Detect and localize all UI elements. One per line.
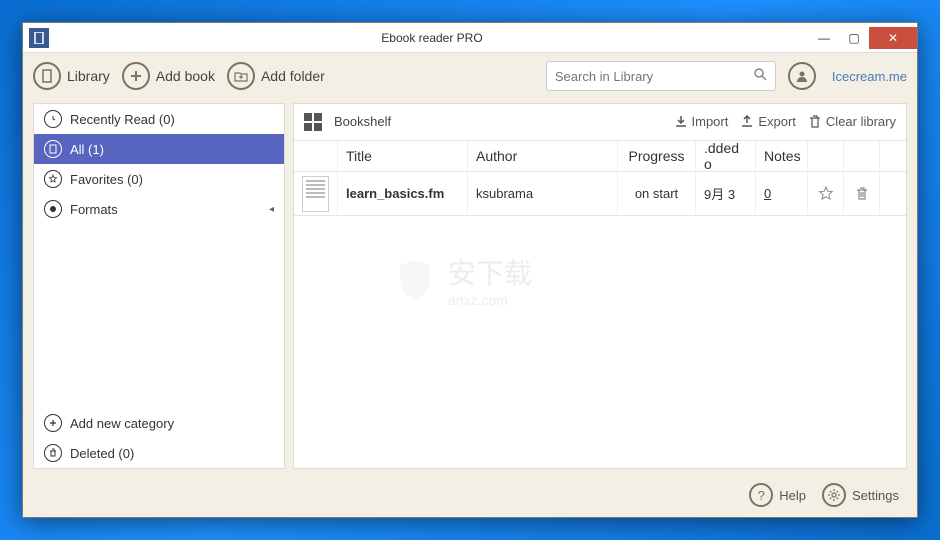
help-label: Help [779, 488, 806, 503]
titlebar: Ebook reader PRO — ▢ ✕ [23, 23, 917, 53]
sidebar-label: Favorites (0) [70, 172, 143, 187]
col-added[interactable]: .dded o [696, 141, 756, 171]
col-favorite[interactable] [808, 141, 844, 171]
clear-label: Clear library [826, 114, 896, 129]
main-toolbar: Library Add book Add folder Icecream.me [23, 53, 917, 99]
cell-thumbnail [294, 172, 338, 215]
library-button[interactable]: Library [33, 62, 110, 90]
app-icon [29, 28, 49, 48]
col-thumbnail[interactable] [294, 141, 338, 171]
search-box[interactable] [546, 61, 776, 91]
sidebar-label: Add new category [70, 416, 174, 431]
book-icon [33, 62, 61, 90]
import-icon [674, 115, 688, 129]
table-row[interactable]: learn_basics.fm ksubrama on start 9月 3 0 [294, 172, 906, 216]
col-delete[interactable] [844, 141, 880, 171]
search-icon[interactable] [753, 67, 767, 86]
window-title: Ebook reader PRO [55, 31, 809, 45]
col-title[interactable]: Title [338, 141, 468, 171]
cell-notes[interactable]: 0 [756, 172, 808, 215]
trash-icon [44, 444, 62, 462]
clear-library-button[interactable]: Clear library [808, 114, 896, 129]
book-icon [44, 140, 62, 158]
window-controls: — ▢ ✕ [809, 27, 917, 49]
sidebar-label: Recently Read (0) [70, 112, 175, 127]
main-toolbar: Bookshelf Import Export Clear library [294, 104, 906, 140]
minimize-button[interactable]: — [809, 27, 839, 49]
account-button[interactable] [788, 62, 816, 90]
main-panel: Bookshelf Import Export Clear library Ti… [293, 103, 907, 469]
clock-icon [44, 110, 62, 128]
export-button[interactable]: Export [740, 114, 796, 129]
plus-icon [44, 414, 62, 432]
content-area: Recently Read (0) All (1) Favorites (0) … [23, 99, 917, 473]
cell-author: ksubrama [468, 172, 618, 215]
export-label: Export [758, 114, 796, 129]
table-header: Title Author Progress .dded o Notes [294, 140, 906, 172]
cell-delete[interactable] [844, 172, 880, 215]
library-label: Library [67, 68, 110, 84]
close-button[interactable]: ✕ [869, 27, 917, 49]
import-button[interactable]: Import [674, 114, 729, 129]
help-icon: ? [749, 483, 773, 507]
folder-plus-icon [227, 62, 255, 90]
sidebar-label: Formats [70, 202, 118, 217]
plus-icon [122, 62, 150, 90]
trash-icon [808, 115, 822, 129]
col-author[interactable]: Author [468, 141, 618, 171]
add-folder-button[interactable]: Add folder [227, 62, 325, 90]
add-folder-label: Add folder [261, 68, 325, 84]
grid-view-icon[interactable] [304, 113, 322, 131]
add-book-button[interactable]: Add book [122, 62, 215, 90]
cell-title: learn_basics.fm [338, 172, 468, 215]
sidebar-item-recently-read[interactable]: Recently Read (0) [34, 104, 284, 134]
cell-favorite[interactable] [808, 172, 844, 215]
sidebar-item-formats[interactable]: Formats ◂ [34, 194, 284, 224]
export-icon [740, 115, 754, 129]
trash-icon [855, 187, 869, 201]
sidebar-item-all[interactable]: All (1) [34, 134, 284, 164]
sidebar-label: All (1) [70, 142, 104, 157]
person-icon [788, 62, 816, 90]
cell-progress: on start [618, 172, 696, 215]
star-icon [818, 186, 834, 202]
search-input[interactable] [555, 69, 753, 84]
bookshelf-label: Bookshelf [334, 114, 391, 129]
col-progress[interactable]: Progress [618, 141, 696, 171]
add-book-label: Add book [156, 68, 215, 84]
sidebar-item-favorites[interactable]: Favorites (0) [34, 164, 284, 194]
sidebar-label: Deleted (0) [70, 446, 134, 461]
col-notes[interactable]: Notes [756, 141, 808, 171]
settings-label: Settings [852, 488, 899, 503]
app-window: Ebook reader PRO — ▢ ✕ Library Add book … [22, 22, 918, 518]
gear-icon [822, 483, 846, 507]
sidebar: Recently Read (0) All (1) Favorites (0) … [33, 103, 285, 469]
star-icon [44, 170, 62, 188]
formats-icon [44, 200, 62, 218]
cell-added: 9月 3 [696, 172, 756, 215]
sidebar-item-deleted[interactable]: Deleted (0) [34, 438, 284, 468]
icecream-link[interactable]: Icecream.me [832, 69, 907, 84]
document-thumbnail-icon [302, 176, 329, 212]
settings-button[interactable]: Settings [822, 483, 899, 507]
maximize-button[interactable]: ▢ [839, 27, 869, 49]
import-label: Import [692, 114, 729, 129]
sidebar-item-add-category[interactable]: Add new category [34, 408, 284, 438]
help-button[interactable]: ? Help [749, 483, 806, 507]
chevron-left-icon: ◂ [269, 204, 274, 215]
footer: ? Help Settings [23, 473, 917, 517]
